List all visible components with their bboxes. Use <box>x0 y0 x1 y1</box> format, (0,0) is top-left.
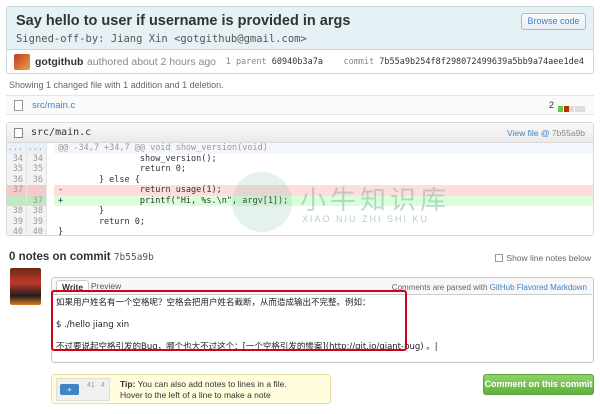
new-line-number[interactable]: 39 <box>27 216 47 227</box>
new-line-number[interactable]: 37 <box>27 195 47 206</box>
comment-on-commit-button[interactable]: Comment on this commit <box>483 374 594 395</box>
notes-heading: 0 notes on commit 7b55a9b <box>9 251 154 263</box>
show-line-notes-label: Show line notes below <box>506 253 591 263</box>
comment-line <box>56 309 589 320</box>
file-icon <box>14 128 23 138</box>
commit-title-bar: Say hello to user if username is provide… <box>7 7 593 50</box>
tip-line-number: 4 <box>101 382 105 389</box>
commit-meta: gotgithub authored about 2 hours ago 1 p… <box>7 50 593 73</box>
tip-box: + 41 4 Tip: You can also add notes to li… <box>51 374 331 404</box>
diff-line[interactable]: 39 39 return 0; <box>7 216 593 227</box>
new-line-number[interactable] <box>27 185 47 196</box>
view-file-link[interactable]: View file @ 7b55a9b <box>507 128 585 138</box>
tip-label: Tip: <box>120 379 136 389</box>
old-line-number[interactable]: 39 <box>7 216 27 227</box>
diff-code: } <box>58 227 64 236</box>
files-changed-summary: Showing 1 changed file with 1 addition a… <box>9 80 224 90</box>
old-line-number[interactable]: 40 <box>7 227 27 235</box>
add-note-icon: + <box>60 384 79 395</box>
old-line-number[interactable]: 38 <box>7 206 27 217</box>
commit-header: Say hello to user if username is provide… <box>6 6 594 74</box>
watermark-text: 小牛知识库 <box>300 186 451 216</box>
diff-line[interactable]: 34 34 show_version(); <box>7 153 593 164</box>
commit-title: Say hello to user if username is provide… <box>16 13 351 29</box>
diff-code: return 0; <box>58 164 186 174</box>
view-file-label: View file @ <box>507 128 550 138</box>
tip-line1: You can also add notes to lines in a fil… <box>137 379 287 389</box>
diffstat-bar <box>558 103 586 112</box>
diff-code: @@ -34,7 +34,7 @@ void show_version(void… <box>54 143 593 154</box>
watermark-logo <box>232 172 292 232</box>
parent-sha-link[interactable]: 60940b3a7a <box>272 57 323 67</box>
diff-code: show_version(); <box>58 153 217 164</box>
view-file-sha: 7b55a9b <box>551 128 585 138</box>
tab-preview[interactable]: Preview <box>86 280 126 293</box>
new-line-number[interactable]: 40 <box>27 227 47 235</box>
comment-line: 如果用户姓名有一个空格呢？空格会把用户姓名截断，从而造成输出不完整。例如： <box>56 298 371 308</box>
authored-time: authored about 2 hours ago <box>87 56 217 68</box>
tip-text: Tip: You can also add notes to lines in … <box>120 379 287 401</box>
comment-form: Write Preview Comments are parsed with G… <box>51 277 594 363</box>
comment-textarea[interactable]: 如果用户姓名有一个空格呢？空格会把用户姓名截断，从而造成输出不完整。例如： $ … <box>53 294 592 361</box>
diff-file-name: src/main.c <box>31 127 92 138</box>
diffstat-neutral <box>574 106 580 112</box>
tip-line2: Hover to the left of a line to make a no… <box>120 390 271 400</box>
sha-info: 1 parent 60940b3a7a commit 7b55a9b254f8f… <box>226 57 584 67</box>
file-toc-row: src/main.c 2 <box>6 95 594 115</box>
commit-label: commit <box>343 57 375 67</box>
commit-sha: 7b55a9b254f8f298072499639a5bb9a74aee1de4 <box>379 57 584 67</box>
diff-line[interactable]: 35 35 return 0; <box>7 164 593 175</box>
diff-header: src/main.c View file @ 7b55a9b <box>7 123 593 143</box>
markdown-link[interactable]: GitHub Flavored Markdown <box>490 283 587 292</box>
diffstat-del <box>563 106 569 112</box>
avatar[interactable] <box>14 54 30 70</box>
diff-line[interactable]: ...... @@ -34,7 +34,7 @@ void show_versio… <box>7 143 593 154</box>
diffstat-add <box>558 106 563 112</box>
tip-line-number: 41 <box>87 382 95 389</box>
show-line-notes-checkbox[interactable] <box>495 254 504 262</box>
notes-title: 0 notes on commit <box>9 251 111 263</box>
tab-write[interactable]: Write <box>56 280 90 293</box>
toc-change-count: 2 <box>548 100 554 110</box>
comment-line: 不过要说起空格引发的Bug，哪个也大不过这个：[一个空格引发的惨案](http:… <box>56 342 438 352</box>
old-line-number[interactable]: 35 <box>7 164 27 175</box>
markdown-hint-prefix: Comments are parsed with <box>391 283 488 292</box>
diff-view: src/main.c View file @ 7b55a9b ...... @@ … <box>6 122 594 236</box>
commit-signoff: Signed-off-by: Jiang Xin <gotgithub@gmai… <box>16 33 307 45</box>
watermark-subtext: XIAO NIU ZHI SHI KU <box>302 214 430 224</box>
comment-line: $ ./hello jiang xin <box>56 320 130 330</box>
new-line-number[interactable]: 36 <box>27 174 47 185</box>
old-line-number[interactable]: 37 <box>7 185 27 196</box>
diffstat-neutral <box>580 106 586 112</box>
user-avatar <box>10 268 41 305</box>
parent-count: 1 parent <box>225 57 267 67</box>
new-line-number[interactable]: 38 <box>27 206 47 217</box>
diffstat-neutral <box>569 106 575 112</box>
diff-line[interactable]: 40 40} <box>7 227 593 236</box>
markdown-hint: Comments are parsed with GitHub Flavored… <box>392 283 587 292</box>
old-line-number[interactable]: 36 <box>7 174 27 185</box>
old-line-number[interactable] <box>7 195 27 206</box>
old-line-number[interactable]: ... <box>7 143 27 154</box>
file-icon <box>14 100 23 111</box>
old-line-number[interactable]: 34 <box>7 153 27 164</box>
tip-illustration: + 41 4 <box>56 378 110 401</box>
new-line-number[interactable]: 35 <box>27 164 47 175</box>
new-line-number[interactable]: ... <box>27 143 47 154</box>
new-line-number[interactable]: 34 <box>27 153 47 164</box>
toc-file-link[interactable]: src/main.c <box>32 100 75 111</box>
author-name[interactable]: gotgithub <box>35 56 83 68</box>
show-line-notes-toggle[interactable]: Show line notes below <box>495 253 591 263</box>
browse-code-button[interactable]: Browse code <box>521 13 586 30</box>
notes-sha: 7b55a9b <box>113 252 154 263</box>
comment-line <box>56 331 589 342</box>
